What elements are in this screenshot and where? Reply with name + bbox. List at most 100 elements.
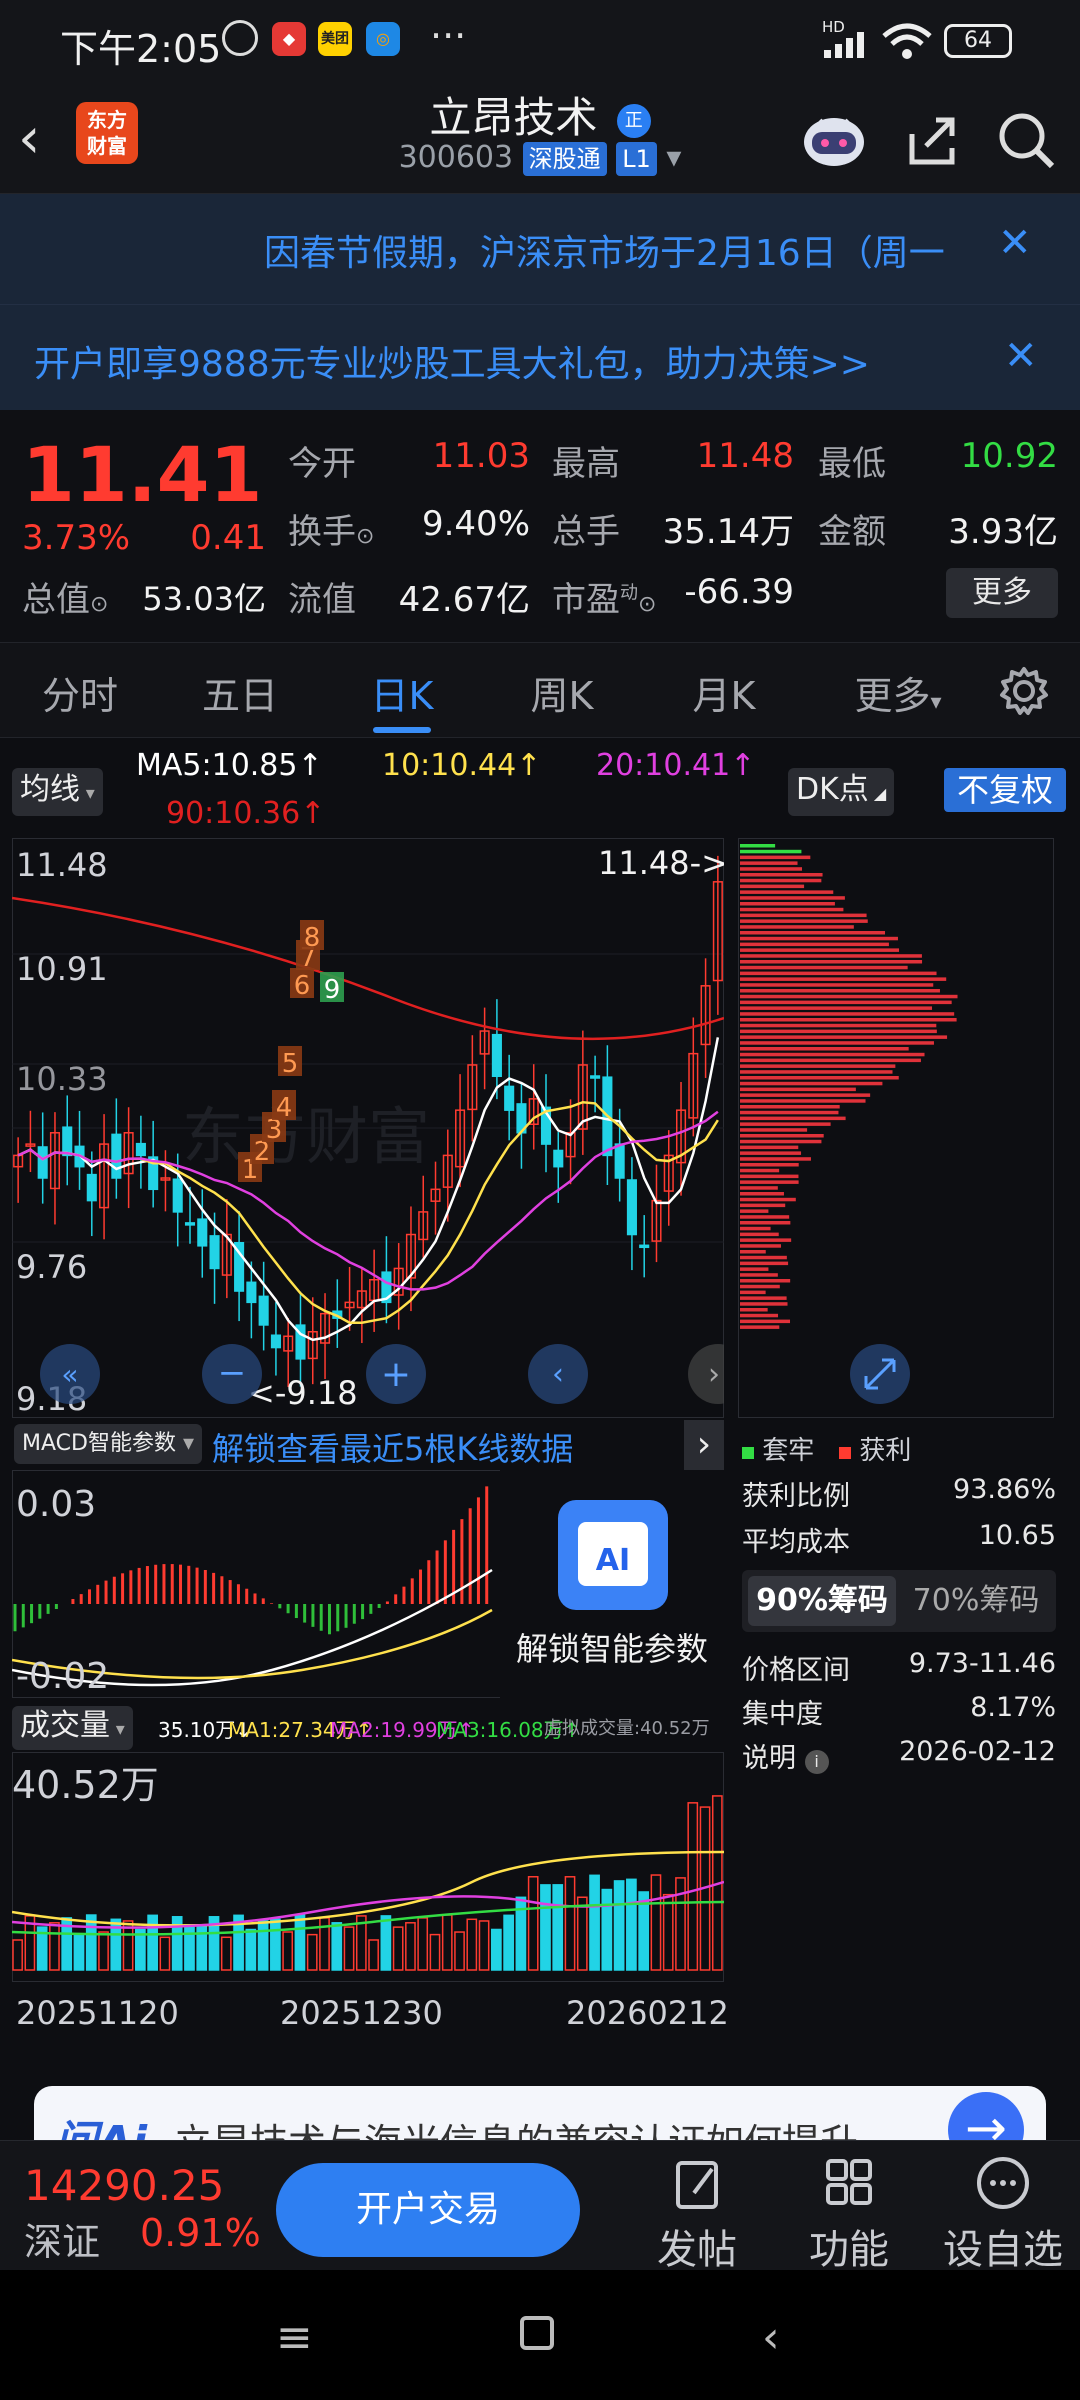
more-quote-button[interactable]: 更多 (946, 568, 1058, 618)
chevron-right-icon[interactable]: › (684, 1420, 724, 1470)
chip-bar (740, 1070, 893, 1074)
volume-chart[interactable]: 40.52万 (12, 1752, 724, 1982)
share-icon[interactable] (896, 104, 968, 176)
volume-bar (147, 1914, 158, 1971)
chip-date: 2026-02-12 (899, 1736, 1056, 1767)
promo-banner[interactable]: 开户即享9888元专业炒股工具大礼包，助力决策>> ✕ (0, 304, 1080, 410)
chip-bar (740, 1255, 787, 1260)
index-percent[interactable]: 0.91% (140, 2211, 261, 2255)
macd-selector[interactable]: MACD智能参数 ▾ (14, 1424, 202, 1464)
legend-square-red (839, 1447, 852, 1459)
chip-bar (740, 1122, 831, 1126)
info-icon: ⊙ (90, 592, 109, 617)
chip-bar (740, 1244, 781, 1248)
tab-more[interactable]: 更多▾ (846, 665, 950, 720)
back-nav-icon[interactable]: ‹ (762, 2312, 780, 2363)
svg-text:›: › (708, 1357, 720, 1392)
wifi-icon (882, 23, 932, 59)
tab-70-chips[interactable]: 70%筹码 (902, 1576, 1050, 1626)
index-value[interactable]: 14290.25 (24, 2161, 224, 2210)
chip-bar (740, 1139, 822, 1144)
chip-bar (740, 919, 868, 923)
zoom-in-button[interactable]: + (366, 1344, 426, 1404)
settings-gear-icon[interactable] (996, 663, 1052, 719)
chip-bar (740, 1308, 768, 1312)
note-row[interactable]: 说明 i 2026-02-12 (742, 1736, 1056, 1775)
concentration-value: 8.17% (970, 1692, 1056, 1723)
tab-daily-k[interactable]: 日K (358, 665, 446, 720)
add-watchlist-button[interactable]: 设自选 (938, 2153, 1068, 2275)
date-axis: 20251120 20251230 20260212 (12, 1988, 729, 2036)
volume-label: 总手 (552, 512, 620, 552)
ai-params-icon[interactable]: AI (558, 1500, 668, 1610)
tab-weekly-k[interactable]: 周K (518, 665, 606, 720)
scroll-left-fast-button[interactable]: « (40, 1344, 100, 1404)
tab-intraday[interactable]: 分时 (38, 665, 122, 720)
volume-bar (503, 1914, 514, 1971)
chip-bar (740, 1099, 866, 1103)
ma-selector[interactable]: 均线 ▾ (12, 768, 103, 816)
macd-y-top: 0.03 (16, 1484, 96, 1525)
pe-label: 市盈动⊙ (552, 572, 656, 621)
pe-value: -66.39 (684, 572, 794, 612)
alarm-icon (222, 20, 258, 56)
close-notice-icon[interactable]: ✕ (998, 220, 1032, 266)
price-range-label: 价格区间 (742, 1655, 850, 1686)
chip-bar (740, 994, 958, 999)
meituan-icon: 美团 (318, 22, 352, 56)
chip-bar (740, 1064, 896, 1068)
open-trade-button[interactable]: 开户交易 (276, 2163, 580, 2257)
tab-five-day[interactable]: 五日 (198, 665, 282, 720)
scroll-left-button[interactable]: ‹ (528, 1344, 588, 1404)
svg-text:−: − (218, 1353, 247, 1393)
tab-monthly-k[interactable]: 月K (680, 665, 768, 720)
chip-bar (740, 931, 886, 935)
search-icon[interactable] (990, 104, 1062, 176)
index-name[interactable]: 深证 (24, 2211, 100, 2266)
close-promo-icon[interactable]: ✕ (1004, 333, 1038, 379)
no-adjust-button[interactable]: 不复权 (944, 768, 1066, 812)
candle-body (197, 1218, 208, 1247)
expand-icon[interactable] (850, 1344, 910, 1404)
chip-bar (740, 1279, 791, 1283)
chip-bar (740, 1180, 799, 1184)
seq-label: 5 (282, 1049, 299, 1079)
concentration-label: 集中度 (742, 1699, 823, 1730)
price-range-value: 9.73-11.46 (908, 1648, 1056, 1679)
chip-bar (740, 1221, 791, 1225)
chip-bar (740, 1116, 846, 1121)
post-button[interactable]: 发帖 (632, 2153, 762, 2275)
unlock-kline-link[interactable]: 解锁查看最近5根K线数据 (212, 1424, 573, 1470)
chip-bar (740, 1076, 899, 1080)
total-cap-value: 53.03亿 (142, 580, 266, 618)
ma10-value: 10:10.44↑ (382, 748, 542, 783)
volume-bar (601, 1888, 613, 1971)
functions-button[interactable]: 功能 (784, 2153, 914, 2275)
holiday-notice-banner[interactable]: 因春节假期，沪深京市场于2月16日（周一 ✕ (0, 194, 1080, 304)
chip-bar (740, 1261, 789, 1266)
menu-icon[interactable]: ≡ (276, 2312, 313, 2363)
chip-distribution-chart[interactable] (738, 838, 1054, 1418)
tab-90-chips[interactable]: 90%筹码 (748, 1576, 896, 1626)
chip-bar (740, 965, 908, 970)
chip-bar (740, 942, 889, 947)
macd-chart[interactable]: 0.03 -0.02 AI 解锁智能参数 (12, 1470, 724, 1698)
float-cap-label: 流值 (288, 580, 356, 620)
more-circle-icon (977, 2157, 1029, 2209)
dk-point-selector[interactable]: DK点 ◢ (788, 768, 895, 816)
zoom-out-button[interactable]: − (202, 1344, 262, 1404)
change-amount: 0.41 (190, 518, 266, 558)
chip-percent-tabs: 90%筹码 70%筹码 (742, 1570, 1056, 1632)
seq-label: 6 (294, 971, 311, 1001)
tab-more-label: 更多 (854, 674, 931, 718)
unlock-params-text[interactable]: 解锁智能参数 (516, 1630, 708, 1668)
robot-assistant-icon[interactable] (798, 104, 870, 176)
price-range-row: 价格区间 9.73-11.46 (742, 1648, 1056, 1687)
home-icon[interactable] (520, 2316, 554, 2350)
chip-bar (740, 960, 923, 964)
volume-selector[interactable]: 成交量 ▾ (12, 1706, 133, 1750)
chip-bar (740, 1006, 933, 1010)
kline-chart[interactable]: 东方财富 123456789 11.48 10.91 10.33 9.76 9.… (12, 838, 724, 1418)
candle-body (504, 1085, 515, 1111)
y-axis-mid2: 10.33 (16, 1060, 108, 1098)
